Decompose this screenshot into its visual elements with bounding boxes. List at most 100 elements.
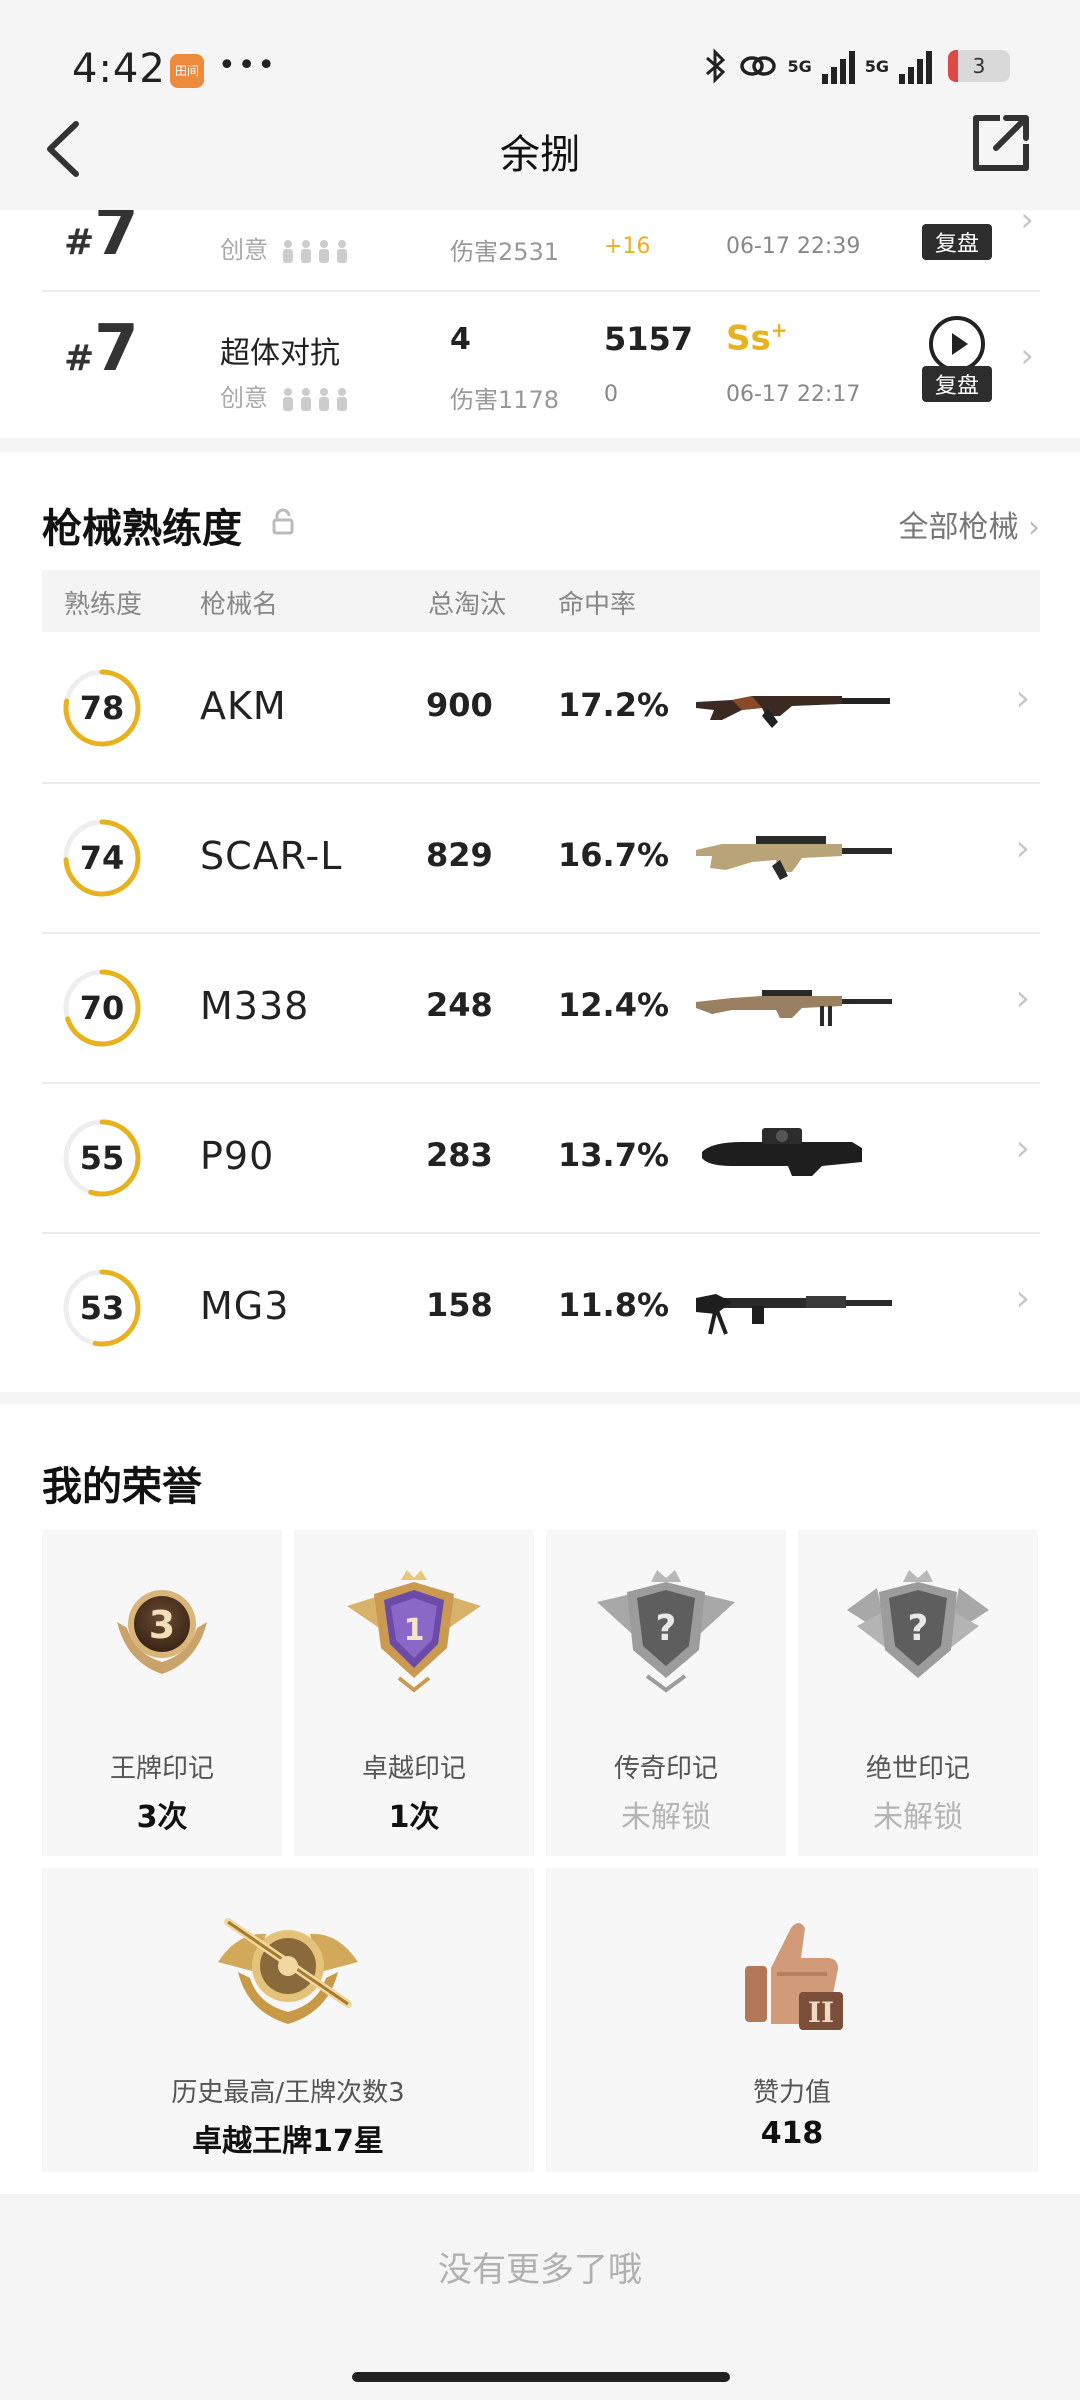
match-score-delta: +16: [604, 234, 651, 259]
honor-tile-likes[interactable]: II 赞力值 418: [546, 1868, 1038, 2172]
app-notification-icon: 田间: [170, 54, 204, 88]
more-notifications-icon: •••: [218, 48, 278, 83]
weapon-row-p90[interactable]: 55 P90 283 13.7% ›: [42, 1084, 1040, 1232]
honor-value: 未解锁: [621, 1800, 711, 1835]
weapon-kills: 248: [426, 986, 493, 1024]
honor-tile-ace[interactable]: 3 王牌印记 3次: [42, 1530, 282, 1856]
header-proficiency: 熟练度: [64, 590, 143, 620]
weapon-kills: 283: [426, 1136, 493, 1174]
chevron-right-icon: ›: [1015, 678, 1030, 719]
match-submode: 创意: [220, 378, 352, 413]
network-5g-label-2: 5G: [864, 56, 889, 76]
chevron-right-icon: ›: [1015, 828, 1030, 869]
chevron-right-icon: ›: [1028, 510, 1040, 545]
team-icon: [282, 240, 347, 263]
weapon-name: MG3: [200, 1284, 290, 1328]
weapon-section-title: 枪械熟练度: [42, 506, 242, 552]
chevron-right-icon: ›: [1015, 978, 1030, 1019]
match-score-delta: 0: [604, 382, 618, 407]
honor-tile-peerless[interactable]: ? 绝世印记 未解锁: [798, 1530, 1038, 1856]
page-title: 余捌: [500, 132, 580, 178]
weapon-kills: 829: [426, 836, 493, 874]
replay-button[interactable]: 复盘: [922, 316, 992, 402]
honor-label: 卓越印记: [361, 1754, 466, 1784]
battery-icon: 3: [948, 50, 1010, 82]
weapon-name: P90: [200, 1134, 275, 1178]
proficiency-value: 78: [79, 689, 125, 727]
share-button[interactable]: [966, 108, 1036, 178]
match-damage: 伤害1178: [450, 386, 560, 414]
legend-emblem-locked-icon: ?: [597, 1570, 735, 1693]
weapon-row-akm[interactable]: 78 AKM 900 17.2% ›: [42, 634, 1040, 782]
weapon-name: SCAR-L: [200, 834, 343, 878]
match-grade: Ss+: [726, 318, 788, 359]
svg-text:1: 1: [404, 1613, 425, 1648]
scar-l-weapon-icon: [696, 836, 892, 880]
header-accuracy: 命中率: [558, 590, 637, 620]
weapon-accuracy: 13.7%: [558, 1136, 670, 1174]
svg-text:3: 3: [149, 1603, 175, 1647]
m338-weapon-icon: [696, 990, 892, 1026]
svg-text:?: ?: [908, 1608, 929, 1649]
weapon-kills: 900: [426, 686, 493, 724]
weapon-row-scar-l[interactable]: 74 SCAR-L 829 16.7% ›: [42, 784, 1040, 932]
battery-level: 3: [972, 54, 986, 78]
honor-tile-highest-rank[interactable]: 历史最高/王牌次数3 卓越王牌17星: [42, 1868, 534, 2172]
honor-value: 1次: [388, 1800, 440, 1835]
signal-icon: [821, 48, 855, 84]
honors-section-title: 我的荣誉: [42, 1464, 202, 1510]
weapon-accuracy: 11.8%: [558, 1286, 670, 1324]
system-icons: 5G 5G 3: [703, 48, 1010, 84]
network-5g-label: 5G: [787, 56, 812, 76]
honor-value: 未解锁: [873, 1800, 963, 1835]
weapon-name: M338: [200, 984, 310, 1028]
honor-label: 绝世印记: [865, 1754, 970, 1784]
mg3-weapon-icon: [696, 1294, 892, 1335]
replay-label: 复盘: [922, 366, 992, 402]
weapon-table-header: 熟练度 枪械名 总淘汰 命中率: [42, 570, 1040, 632]
match-mode: 超体对抗: [220, 336, 340, 371]
weapon-row-m338[interactable]: 70 M338 248 12.4% ›: [42, 934, 1040, 1082]
honor-label: 王牌印记: [109, 1754, 214, 1784]
p90-weapon-icon: [702, 1128, 862, 1176]
chevron-right-icon: ›: [1015, 1278, 1030, 1319]
match-date: 06-17 22:17: [726, 382, 861, 407]
honor-label: 历史最高/王牌次数3: [171, 2078, 405, 2108]
akm-weapon-icon: [696, 696, 890, 728]
match-submode: 创意: [220, 230, 352, 265]
weapon-kills: 158: [426, 1286, 493, 1324]
honor-value: 3次: [136, 1800, 188, 1835]
honor-tile-legend[interactable]: ? 传奇印记 未解锁: [546, 1530, 786, 1856]
home-indicator[interactable]: [352, 2372, 730, 2382]
excellent-emblem-icon: 1: [347, 1570, 481, 1693]
play-icon: [929, 316, 985, 372]
proficiency-value: 55: [79, 1139, 125, 1177]
share-icon: [973, 115, 1029, 171]
team-icon: [282, 388, 347, 411]
all-weapons-link[interactable]: 全部枪械 ›: [898, 502, 1040, 546]
link-icon: [740, 56, 777, 76]
thumbs-up-icon: II: [745, 1923, 843, 2030]
weapon-name: AKM: [200, 684, 287, 728]
header-kills: 总淘汰: [428, 590, 507, 620]
weapon-row-mg3[interactable]: 53 MG3 158 11.8% ›: [42, 1234, 1040, 1382]
status-time: 4:42: [72, 46, 166, 92]
lock-icon: [272, 508, 294, 535]
no-more-text: 没有更多了哦: [438, 2250, 642, 2290]
match-date: 06-17 22:39: [726, 234, 861, 259]
weapon-accuracy: 16.7%: [558, 836, 670, 874]
match-kills: 4: [450, 322, 471, 357]
peerless-emblem-locked-icon: ?: [847, 1570, 989, 1678]
nav-bar: 余捌: [0, 100, 1080, 210]
honor-value: 卓越王牌17星: [192, 2124, 384, 2159]
honor-tile-excellent[interactable]: 1 卓越印记 1次: [294, 1530, 534, 1856]
match-damage: 伤害2531: [450, 238, 560, 266]
match-row[interactable]: #7 超体对抗 创意 4 伤害1178 5157 0 Ss+ 06-17 22:…: [42, 292, 1040, 438]
proficiency-value: 53: [79, 1289, 125, 1327]
replay-label: 复盘: [922, 224, 992, 260]
chevron-right-icon: ›: [1020, 336, 1034, 376]
header-name: 枪械名: [200, 590, 279, 620]
ace-emblem-icon: 3: [117, 1590, 207, 1674]
proficiency-value: 70: [79, 989, 125, 1027]
signal-icon-2: [899, 48, 932, 84]
